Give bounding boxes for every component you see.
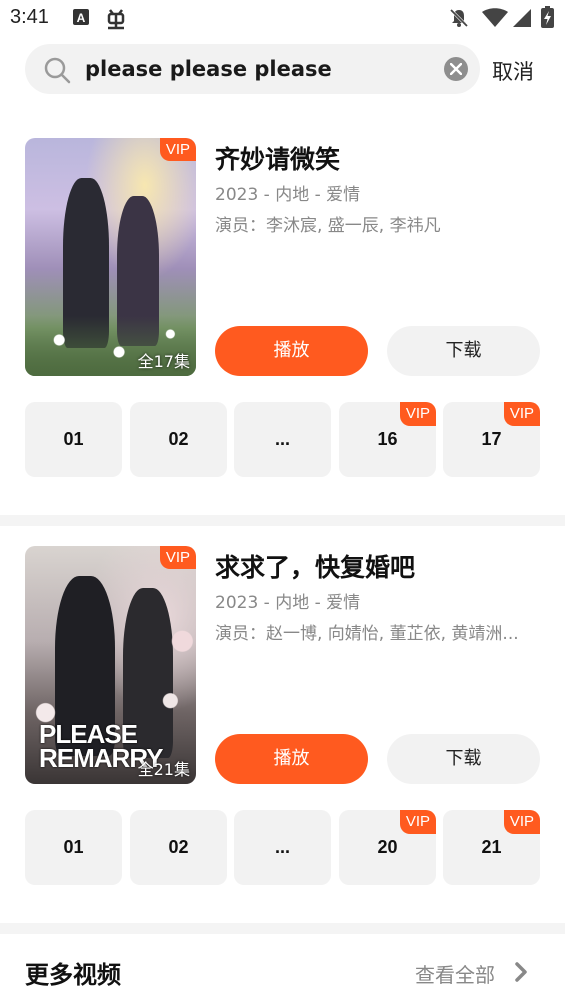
- episode-button[interactable]: 20 VIP: [339, 810, 436, 885]
- episode-label: 17: [481, 429, 502, 449]
- episode-list: 01 02 ... 20 VIP 21 VIP: [25, 810, 540, 885]
- episode-list: 01 02 ... 16 VIP 17 VIP: [25, 402, 540, 477]
- result-cast: 演员：赵一博, 向婧怡, 董芷依, 黄靖洲...: [215, 624, 519, 644]
- signal-icon: [512, 8, 532, 32]
- search-icon: [43, 56, 71, 88]
- clear-search-icon[interactable]: [444, 57, 468, 81]
- a-notification-icon: A: [72, 8, 90, 30]
- episode-label: 20: [377, 837, 398, 857]
- episode-button[interactable]: 02: [130, 402, 227, 477]
- episode-button[interactable]: 01: [25, 402, 122, 477]
- vip-badge: VIP: [159, 546, 196, 569]
- vip-badge: VIP: [399, 402, 436, 426]
- result-meta: 2023 - 内地 - 爱情: [215, 593, 361, 613]
- episode-button-more[interactable]: ...: [234, 810, 331, 885]
- section-divider: [0, 923, 565, 934]
- search-result-card: VIP 全17集 齐妙请微笑 2023 - 内地 - 爱情 演员：李沐宸, 盛一…: [0, 138, 565, 530]
- battery-charging-icon: [541, 6, 554, 32]
- play-button[interactable]: 播放: [215, 734, 368, 784]
- episode-button-more[interactable]: ...: [234, 402, 331, 477]
- episode-label: 01: [63, 429, 84, 449]
- episode-count: 全21集: [137, 760, 190, 779]
- episode-button[interactable]: 02: [130, 810, 227, 885]
- search-result-card: PLEASE REMARRY VIP 全21集 求求了，快复婚吧 2023 - …: [0, 546, 565, 938]
- section-divider: [0, 515, 565, 526]
- episode-button[interactable]: 21 VIP: [443, 810, 540, 885]
- episode-button[interactable]: 16 VIP: [339, 402, 436, 477]
- episode-button[interactable]: 17 VIP: [443, 402, 540, 477]
- play-button[interactable]: 播放: [215, 326, 368, 376]
- episode-button[interactable]: 01: [25, 810, 122, 885]
- status-time: 3:41: [10, 6, 49, 28]
- notifications-off-icon: [449, 8, 469, 32]
- vip-badge: VIP: [399, 810, 436, 834]
- bug-icon: [104, 6, 128, 34]
- view-all-link[interactable]: 查看全部: [415, 959, 495, 988]
- vip-badge: VIP: [503, 810, 540, 834]
- episode-label: 02: [168, 429, 189, 449]
- cancel-button[interactable]: 取消: [492, 56, 534, 86]
- download-button[interactable]: 下载: [387, 326, 540, 376]
- poster-image[interactable]: PLEASE REMARRY VIP 全21集: [25, 546, 196, 784]
- result-title[interactable]: 齐妙请微笑: [215, 140, 340, 176]
- svg-text:A: A: [77, 11, 86, 25]
- result-cast: 演员：李沐宸, 盛一辰, 李祎凡: [215, 216, 441, 236]
- episode-label: 16: [377, 429, 398, 449]
- episode-label: ...: [274, 429, 290, 449]
- search-bar[interactable]: [25, 44, 480, 94]
- episode-label: 21: [481, 837, 502, 857]
- download-button[interactable]: 下载: [387, 734, 540, 784]
- result-meta: 2023 - 内地 - 爱情: [215, 185, 361, 205]
- episode-label: 02: [168, 837, 189, 857]
- more-videos-title: 更多视频: [25, 961, 121, 989]
- poster-image[interactable]: VIP 全17集: [25, 138, 196, 376]
- chevron-right-icon[interactable]: [513, 961, 529, 987]
- search-input[interactable]: [85, 44, 455, 94]
- episode-label: 01: [63, 837, 84, 857]
- wifi-icon: [482, 8, 508, 32]
- result-title[interactable]: 求求了，快复婚吧: [215, 548, 415, 584]
- vip-badge: VIP: [159, 138, 196, 161]
- episode-count: 全17集: [137, 352, 190, 371]
- status-bar: 3:41 A: [0, 0, 565, 38]
- vip-badge: VIP: [503, 402, 540, 426]
- episode-label: ...: [274, 837, 290, 857]
